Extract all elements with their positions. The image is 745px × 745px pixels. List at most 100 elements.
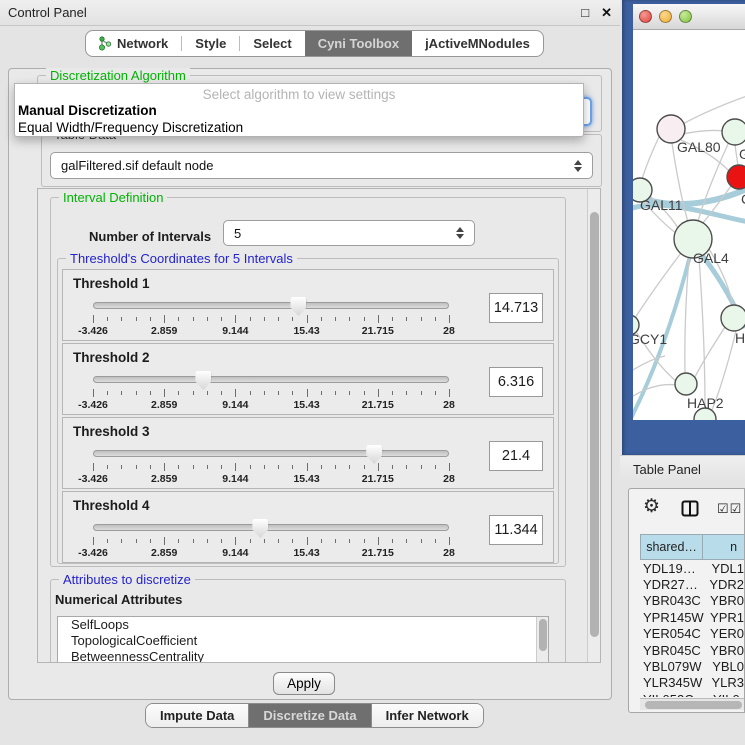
threshold-2-slider[interactable]: -3.4262.8599.14415.4321.71528 — [93, 370, 449, 412]
apply-button[interactable]: Apply — [273, 672, 335, 695]
list-scrollbar[interactable] — [536, 617, 548, 663]
table-row[interactable]: YBR045C YBR0 — [640, 642, 744, 658]
settings-scroll-area: Interval Definition Number of Intervals … — [37, 188, 601, 663]
table-header-row: shared… n — [640, 534, 745, 560]
slider-track[interactable] — [93, 376, 449, 383]
edge — [695, 327, 725, 377]
column-header-name[interactable]: n — [703, 534, 745, 560]
slider-track[interactable] — [93, 302, 449, 309]
tick-label: -3.426 — [78, 399, 108, 411]
threshold-4-value-field[interactable]: 11.344 — [489, 515, 543, 545]
tab-network[interactable]: Network — [86, 31, 181, 56]
attribute-list-item[interactable]: BetweennessCentrality — [58, 649, 548, 663]
close-window-icon[interactable]: ✕ — [601, 5, 612, 21]
threshold-1-slider[interactable]: -3.4262.8599.14415.4321.71528 — [93, 296, 449, 338]
tab-impute-data[interactable]: Impute Data — [146, 704, 248, 727]
node-label-gcy1: GCY1 — [633, 331, 667, 347]
columns-icon[interactable] — [681, 500, 699, 522]
table-row[interactable]: YER054C YER0 — [640, 626, 744, 642]
cell-name: YDL1 — [707, 561, 744, 576]
edge — [735, 145, 738, 166]
minimize-traffic-light[interactable] — [659, 10, 672, 23]
node-partial-right[interactable] — [721, 305, 745, 331]
table-row[interactable]: YLR345W YLR3 — [640, 675, 744, 691]
thresholds-group: Threshold's Coordinates for 5 Intervals … — [57, 258, 559, 564]
settings-vertical-scrollbar[interactable] — [587, 189, 600, 662]
threshold-1-value-field[interactable]: 14.713 — [489, 293, 543, 323]
float-window-icon[interactable]: □ — [581, 5, 589, 20]
scrollbar-thumb[interactable] — [590, 212, 599, 637]
tick-label: 21.715 — [362, 547, 394, 559]
slider-tick-labels: -3.4262.8599.14415.4321.71528 — [93, 399, 449, 411]
numerical-attributes-list[interactable]: SelfLoopsTopologicalCoefficientBetweenne… — [57, 616, 549, 663]
tick-label: 21.715 — [362, 473, 394, 485]
slider-thumb[interactable] — [252, 519, 268, 538]
table-row[interactable]: YDL19… YDL1 — [640, 560, 744, 576]
control-panel-titlebar: Control Panel □ ✕ — [0, 0, 620, 26]
threshold-4-slider[interactable]: -3.4262.8599.14415.4321.71528 — [93, 518, 449, 560]
tab-discretize-data[interactable]: Discretize Data — [248, 704, 370, 727]
node-hap2[interactable] — [675, 373, 697, 395]
table-row[interactable]: YIL052C YIL0 — [640, 691, 744, 697]
table-row[interactable]: YBR043C YBR0 — [640, 593, 744, 609]
slider-thumb[interactable] — [290, 297, 306, 316]
node-partial-top-right[interactable] — [722, 119, 745, 145]
threshold-3-value-field[interactable]: 21.4 — [489, 441, 543, 471]
threshold-2-box: Threshold 2 -3.4262.8599.14415.4321.7152… — [62, 343, 554, 415]
attribute-list-item[interactable]: TopologicalCoefficient — [58, 633, 548, 649]
threshold-2-value-field[interactable]: 6.316 — [489, 367, 543, 397]
table-body[interactable]: YDL19… YDL1 YDR27… YDR2 YBR043C YBR0 YPR… — [640, 560, 744, 697]
table-horizontal-scrollbar[interactable] — [640, 698, 744, 710]
node-label-gal11: GAL11 — [640, 197, 683, 213]
cell-shared-name: YBL079W — [640, 659, 708, 674]
scrollbar-thumb[interactable] — [539, 619, 547, 651]
algorithm-option-equal-width[interactable]: Equal Width/Frequency Discretization — [15, 119, 583, 136]
cell-name: YBR0 — [706, 593, 744, 608]
threshold-label: Threshold 2 — [73, 350, 150, 365]
slider-track[interactable] — [93, 524, 449, 531]
tick-label: 15.43 — [293, 399, 319, 411]
table-panel: ⚙ ☑☑ shared… n YDL19… YDL1 YDR27… YDR2 Y… — [628, 488, 745, 713]
tab-label: Style — [195, 36, 226, 51]
tab-style[interactable]: Style — [182, 31, 239, 56]
tab-cyni-toolbox[interactable]: Cyni Toolbox — [305, 31, 412, 56]
tab-select[interactable]: Select — [240, 31, 304, 56]
tab-jactivemnodules[interactable]: jActiveMNodules — [412, 31, 543, 56]
column-header-shared[interactable]: shared… — [640, 534, 703, 560]
tick-label: 28 — [443, 325, 455, 337]
threshold-1-box: Threshold 1 -3.4262.8599.14415.4321.7152… — [62, 269, 554, 341]
threshold-3-slider[interactable]: -3.4262.8599.14415.4321.71528 — [93, 444, 449, 486]
number-of-intervals-combobox[interactable]: 5 — [223, 220, 475, 246]
cell-shared-name: YBR045C — [640, 643, 706, 658]
threshold-3-box: Threshold 3 -3.4262.8599.14415.4321.7152… — [62, 417, 554, 489]
tick-label: -3.426 — [78, 325, 108, 337]
table-row[interactable]: YBL079W YBL0 — [640, 658, 744, 674]
network-canvas[interactable]: GAL80 GA C GAL11 GAL4 GCY1 H HAP2 — [633, 30, 745, 420]
gear-icon[interactable]: ⚙ — [643, 497, 660, 516]
slider-track[interactable] — [93, 450, 449, 457]
node-red-selected[interactable] — [727, 165, 745, 189]
cell-name: YBR0 — [706, 643, 744, 658]
algorithm-option-manual[interactable]: Manual Discretization — [15, 102, 583, 119]
zoom-traffic-light[interactable] — [679, 10, 692, 23]
tick-label: 28 — [443, 547, 455, 559]
table-data-combobox[interactable]: galFiltered.sif default node — [50, 152, 593, 179]
table-row[interactable]: YPR145W YPR1 — [640, 609, 744, 625]
attribute-list-item[interactable]: SelfLoops — [58, 617, 548, 633]
slider-thumb[interactable] — [195, 371, 211, 390]
tab-infer-network[interactable]: Infer Network — [371, 704, 483, 727]
node-label-gal4: GAL4 — [693, 250, 729, 266]
close-traffic-light[interactable] — [639, 10, 652, 23]
slider-thumb[interactable] — [366, 445, 382, 464]
table-row[interactable]: YDR27… YDR2 — [640, 576, 744, 592]
cell-name: YLR3 — [707, 675, 744, 690]
slider-ticks — [93, 463, 449, 472]
tab-label: jActiveMNodules — [425, 36, 530, 51]
checkboxes-icon[interactable]: ☑☑ — [717, 501, 742, 517]
scrollbar-thumb[interactable] — [645, 701, 742, 709]
control-panel-tabs: Network Style Select Cyni Toolbox jActiv… — [85, 30, 544, 57]
tick-label: 2.859 — [151, 547, 177, 559]
tick-label: 9.144 — [222, 325, 248, 337]
tab-label: Select — [253, 36, 291, 51]
threshold-4-box: Threshold 4 -3.4262.8599.14415.4321.7152… — [62, 491, 554, 563]
